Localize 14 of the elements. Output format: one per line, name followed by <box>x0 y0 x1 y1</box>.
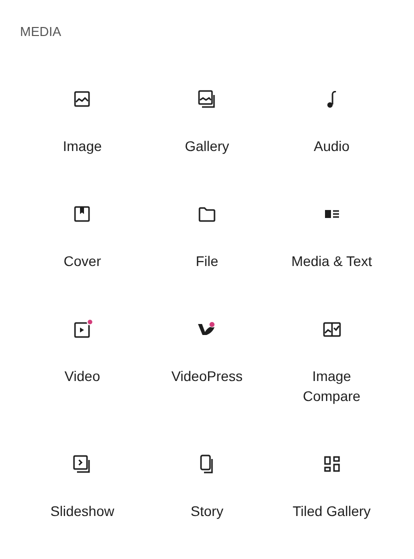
block-item[interactable]: Story <box>144 440 270 555</box>
block-item[interactable]: File <box>144 190 270 305</box>
block-item[interactable]: Image Compare <box>269 305 394 440</box>
block-item[interactable]: Gallery <box>144 75 270 190</box>
block-item[interactable]: Audio <box>269 75 394 190</box>
block-item[interactable]: VideoPress <box>144 305 270 440</box>
section-title: MEDIA <box>20 24 62 40</box>
block-item[interactable]: Cover <box>20 190 145 305</box>
music-note-icon <box>326 90 337 108</box>
block-item[interactable]: Slideshow <box>20 440 145 555</box>
block-item[interactable]: Media & Text <box>269 190 394 305</box>
block-item[interactable]: Image <box>20 75 145 190</box>
block-item[interactable]: Tiled Gallery <box>269 440 394 555</box>
block-item[interactable]: Video <box>20 305 145 440</box>
